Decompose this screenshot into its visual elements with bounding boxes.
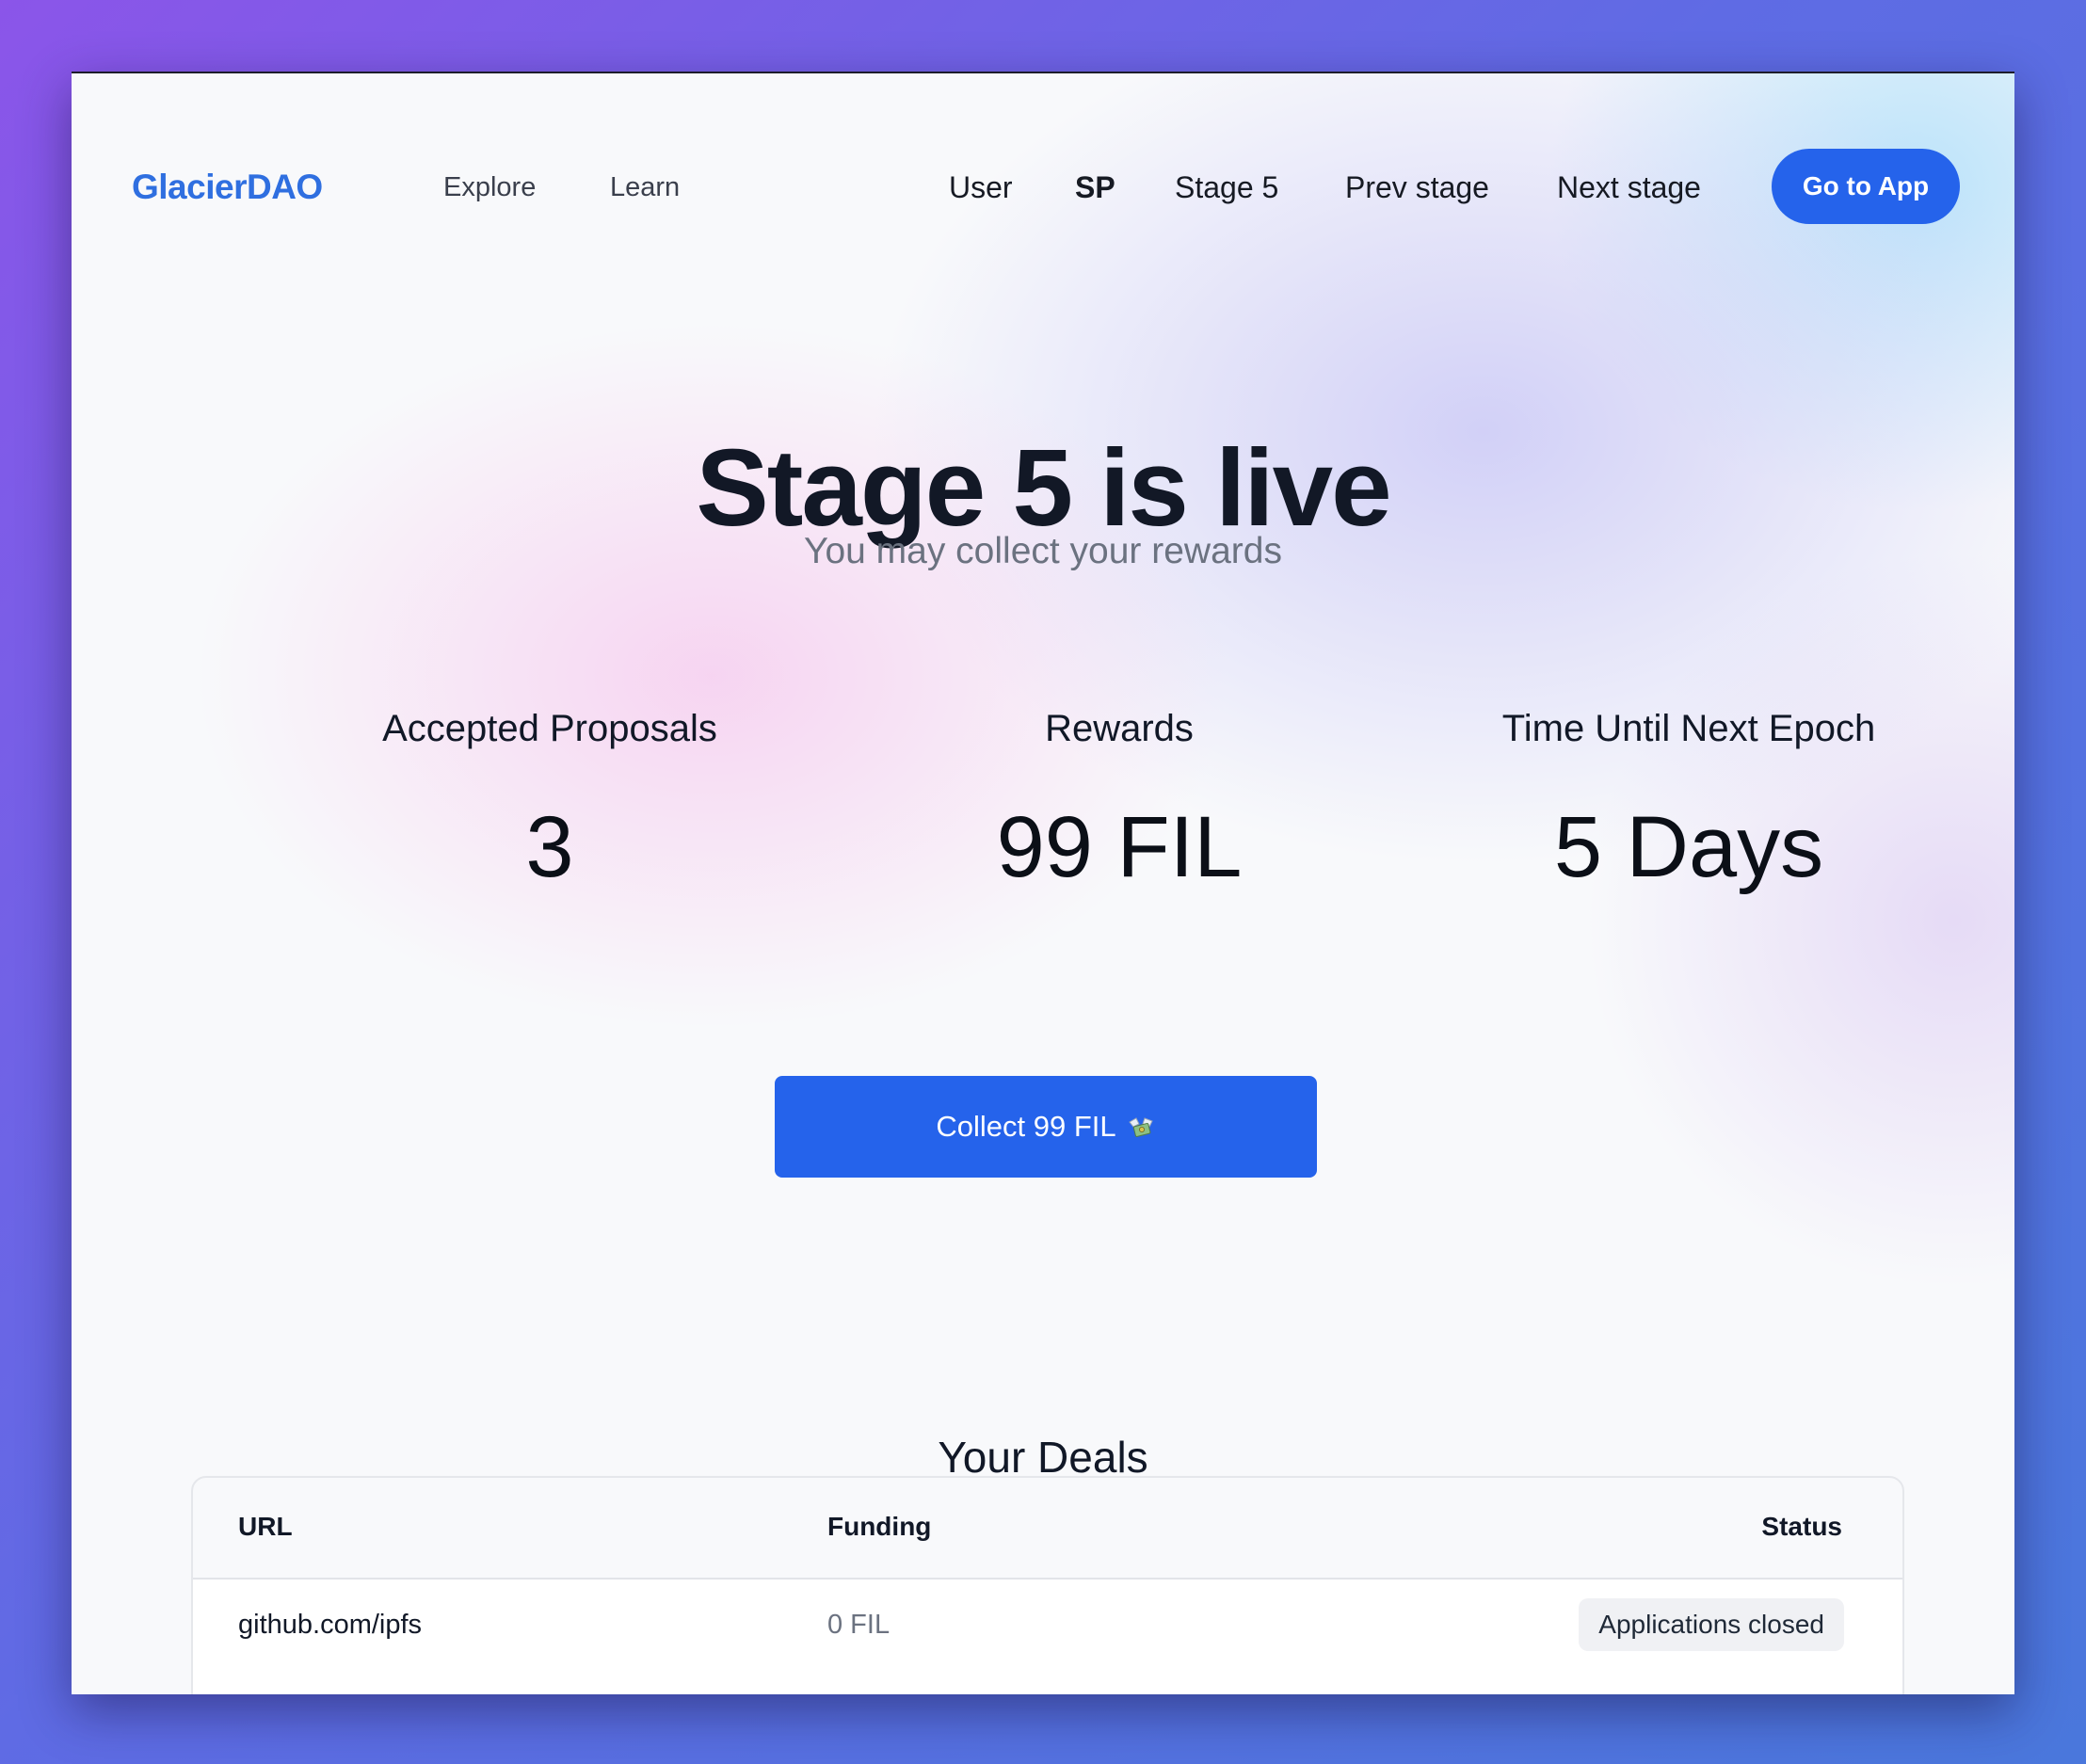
column-header-url: URL — [238, 1512, 293, 1541]
table-row[interactable]: github.com/ipfs 0 FIL Applications close… — [193, 1580, 1902, 1694]
stat-rewards: Rewards 99 FIL — [827, 699, 1411, 899]
deal-funding: 0 FIL — [827, 1610, 891, 1640]
nav-sp[interactable]: SP — [1075, 167, 1115, 208]
nav-explore[interactable]: Explore — [443, 168, 536, 206]
go-to-app-button[interactable]: Go to App — [1772, 149, 1960, 224]
column-header-funding: Funding — [827, 1512, 932, 1541]
table-header: URL Funding Status — [193, 1478, 1902, 1580]
logo[interactable]: GlacierDAO — [132, 164, 323, 211]
page-subtitle: You may collect your rewards — [804, 531, 1282, 571]
money-with-wings-icon — [1128, 1079, 1156, 1137]
deals-table: URL Funding Status github.com/ipfs 0 FIL… — [191, 1476, 1904, 1694]
collect-button-label: Collect 99 FIL — [936, 1110, 1116, 1143]
stat-label: Time Until Next Epoch — [1501, 708, 1876, 749]
stat-value: 99 FIL — [996, 799, 1243, 895]
deal-url[interactable]: github.com/ipfs — [238, 1606, 422, 1644]
column-header-status: Status — [1761, 1512, 1842, 1541]
nav-stage[interactable]: Stage 5 — [1175, 167, 1278, 208]
stat-label: Accepted Proposals — [382, 708, 717, 749]
collect-button[interactable]: Collect 99 FIL — [775, 1076, 1317, 1178]
stat-value: 3 — [525, 799, 574, 895]
stat-label: Rewards — [1045, 708, 1194, 749]
nav-prev-stage[interactable]: Prev stage — [1345, 167, 1489, 208]
stat-value: 5 Days — [1553, 799, 1824, 895]
nav-user[interactable]: User — [949, 167, 1013, 208]
status-badge: Applications closed — [1579, 1598, 1844, 1651]
app-window: GlacierDAO Explore Learn User SP Stage 5… — [72, 72, 2014, 1694]
nav-next-stage[interactable]: Next stage — [1557, 167, 1701, 208]
stat-time-until-next-epoch: Time Until Next Epoch 5 Days — [1397, 699, 1981, 899]
nav-learn[interactable]: Learn — [610, 168, 680, 206]
stat-accepted-proposals: Accepted Proposals 3 — [258, 699, 842, 899]
